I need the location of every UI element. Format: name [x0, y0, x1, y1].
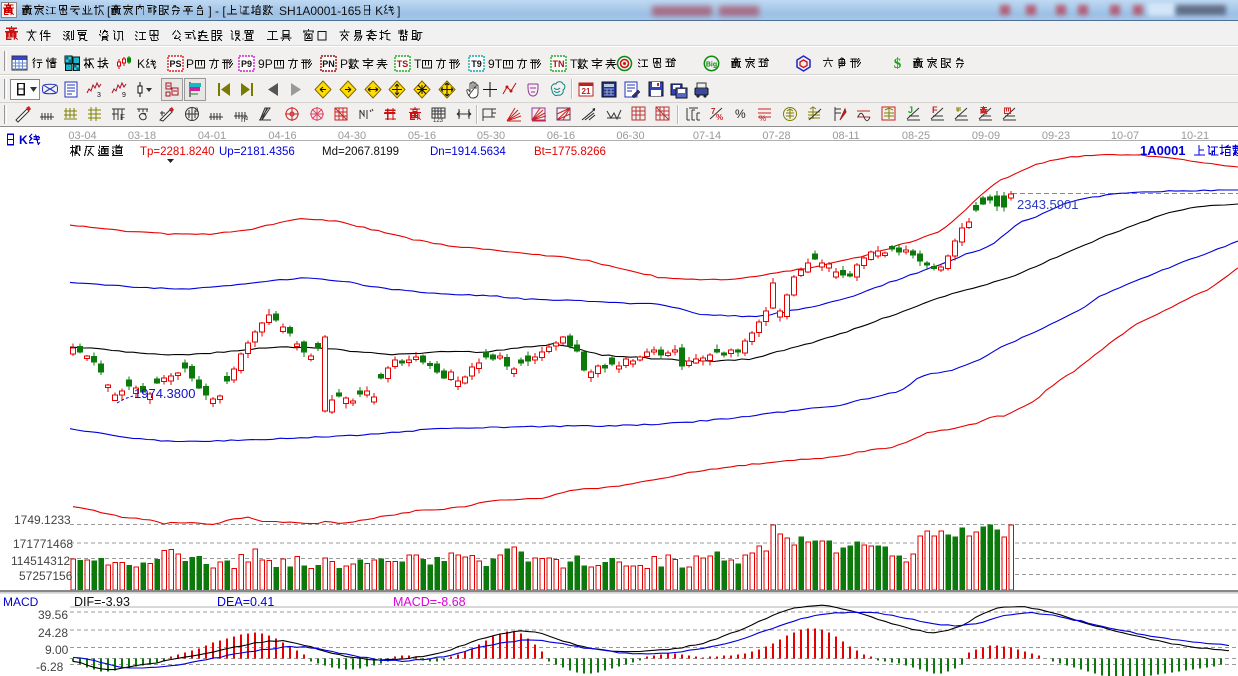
svg-text:%: % — [759, 114, 766, 123]
svg-text:9: 9 — [122, 92, 126, 99]
svg-text:$: $ — [894, 56, 902, 71]
svg-text:J: J — [908, 105, 913, 115]
svg-text:PN: PN — [322, 59, 335, 69]
svg-text:123: 123 — [433, 118, 444, 123]
svg-text:TS: TS — [397, 59, 409, 69]
svg-text:n²: n² — [241, 115, 248, 123]
svg-text:F: F — [120, 113, 125, 122]
svg-text:T9: T9 — [471, 59, 482, 69]
svg-text:TN: TN — [553, 59, 565, 69]
svg-text:%: % — [735, 107, 746, 121]
svg-text:3: 3 — [97, 92, 101, 99]
svg-text:%: % — [716, 113, 723, 122]
svg-text:21: 21 — [582, 87, 591, 96]
svg-text:P9: P9 — [241, 59, 252, 69]
svg-text:Big: Big — [706, 62, 717, 69]
svg-text:PS: PS — [169, 59, 181, 69]
svg-text:F: F — [932, 105, 938, 115]
